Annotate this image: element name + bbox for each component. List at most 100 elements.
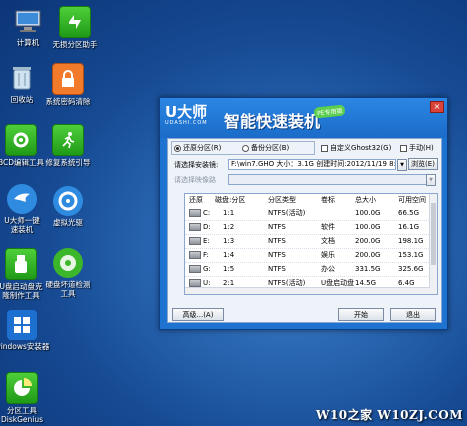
drive-letter: E: <box>203 237 210 245</box>
desktop-icon-diskgenius[interactable]: 分区工具 DiskGenius <box>0 372 50 424</box>
table-row[interactable]: F: 1:4 NTFS 娱乐 200.0G 153.1G <box>185 249 437 263</box>
desktop-icon-bad-sector-check[interactable]: 硬盘坏道检测 工具 <box>40 248 96 298</box>
total-size: 200.0G <box>355 251 381 259</box>
total-size: 331.5G <box>355 265 381 273</box>
exit-button[interactable]: 退出 <box>390 308 436 321</box>
total-size: 100.0G <box>355 209 381 217</box>
total-size: 200.0G <box>355 237 381 245</box>
image-path-field[interactable] <box>228 174 436 185</box>
desktop-icon-virtual-drive[interactable]: 虚拟光驱 <box>40 186 96 227</box>
desktop-icon-label: 虚拟光驱 <box>53 218 83 227</box>
usb-icon <box>5 248 37 280</box>
partition-type: NTFS <box>268 251 286 259</box>
table-row[interactable]: E: 1:3 NTFS 文档 200.0G 198.1G <box>185 235 437 249</box>
desktop-icon-label: 修复系统引导 <box>45 158 91 167</box>
checkbox-indicator <box>400 144 407 152</box>
table-vertical-scrollbar[interactable] <box>429 194 437 294</box>
drive-letter: D: <box>203 223 211 231</box>
desktop-icon-boot-repair[interactable]: 修复系统引导 <box>40 124 96 167</box>
custom-ghost-label: 自定义Ghost32(G) <box>330 144 392 152</box>
radio-indicator <box>242 144 249 152</box>
start-button[interactable]: 开始 <box>338 308 384 321</box>
table-header: 还原 磁盘:分区 分区类型 卷标 总大小 可用空间 <box>185 194 437 207</box>
close-button[interactable]: × <box>430 101 444 113</box>
col-total-size: 总大小 <box>355 196 376 204</box>
backup-partition-label: 备份分区(B) <box>251 144 290 152</box>
runner-icon <box>52 124 84 156</box>
partition-type: NTFS <box>268 237 286 245</box>
installer-window: U大师 UDASHI.COM 智能快速装机 PE专用版 × 还原分区(R) 备份… <box>159 97 448 330</box>
free-space: 153.1G <box>398 251 424 259</box>
advanced-button[interactable]: 高级...(A) <box>172 308 224 321</box>
logo-text: U大师 <box>165 103 208 121</box>
restore-partition-label: 还原分区(R) <box>183 144 222 152</box>
desktop-icon-label: 分区工具 <box>7 406 37 415</box>
desktop-icon-label: windows安装器 <box>0 342 50 351</box>
gear-icon <box>5 124 37 156</box>
radio-indicator <box>174 144 181 152</box>
desktop-icon-windows-installer[interactable]: windows安装器 <box>0 310 50 351</box>
app-title: 智能快速装机 <box>224 112 321 131</box>
table-row[interactable]: C: 1:1 NTFS(活动) 100.0G 66.5G <box>185 207 437 221</box>
partition-type: NTFS(活动) <box>268 209 306 217</box>
hard-disk-icon <box>189 209 201 217</box>
col-restore: 还原 <box>189 196 203 204</box>
table-row[interactable]: G: 1:5 NTFS 办公 331.5G 325.6G <box>185 263 437 277</box>
free-space: 325.6G <box>398 265 424 273</box>
desktop-icon-label-line2: 工具 <box>60 289 76 298</box>
desktop-icon-label-line2: DiskGenius <box>0 415 44 424</box>
table-row[interactable]: D: 1:2 NTFS 软件 100.0G 16.1G <box>185 221 437 235</box>
image-path-dropdown-arrow[interactable]: ▼ <box>426 174 436 186</box>
backup-partition-radio[interactable]: 备份分区(B) <box>242 143 289 153</box>
pe-edition-badge: PE专用版 <box>313 104 346 119</box>
desktop-icon-password-clear[interactable]: 系统密码清除 <box>40 63 96 106</box>
disk-partition: 1:5 <box>223 265 235 273</box>
hard-disk-icon <box>189 265 201 273</box>
image-select-field[interactable]: F:\win7.GHO 大小：3.1G 创建时间:2012/11/19 8:6 <box>228 159 396 170</box>
free-space: 16.1G <box>398 223 420 231</box>
window-titlebar[interactable]: U大师 UDASHI.COM 智能快速装机 PE专用版 × <box>160 98 447 138</box>
computer-icon <box>13 6 43 36</box>
drive-letter: C: <box>203 209 211 217</box>
volume-label: 办公 <box>321 265 335 273</box>
scrollbar-thumb[interactable] <box>431 203 436 265</box>
hdd-scan-icon <box>53 248 83 278</box>
manual-checkbox[interactable]: 手动(H) <box>400 143 434 153</box>
checkbox-indicator <box>321 144 328 152</box>
disk-partition: 1:2 <box>223 223 235 231</box>
col-free-space: 可用空间 <box>398 196 426 204</box>
browse-button[interactable]: 浏览(E) <box>408 158 438 170</box>
disk-partition: 1:3 <box>223 237 235 245</box>
manual-label: 手动(H) <box>409 144 434 152</box>
drive-letter: F: <box>203 251 209 259</box>
volume-label: 娱乐 <box>321 251 335 259</box>
restore-partition-radio[interactable]: 还原分区(R) <box>174 143 221 153</box>
usb-drive-icon <box>189 279 201 287</box>
desktop-icon-label: 系统密码清除 <box>45 97 91 106</box>
hard-disk-icon <box>189 237 201 245</box>
select-image-label: 请选择安装镜: <box>174 161 219 169</box>
hard-disk-icon <box>189 223 201 231</box>
udashi-logo: U大师 UDASHI.COM <box>165 104 217 134</box>
volume-label: 文档 <box>321 237 335 245</box>
image-path-label: 请选择映像路 <box>174 176 216 184</box>
partition-tool-icon <box>6 372 38 404</box>
drive-letter: U: <box>203 279 211 287</box>
disk-partition: 1:1 <box>223 209 235 217</box>
partition-type: NTFS <box>268 265 286 273</box>
free-space: 198.1G <box>398 237 424 245</box>
recycle-bin-icon <box>7 63 37 93</box>
main-panel: 还原分区(R) 备份分区(B) 自定义Ghost32(G) 手动(H) 请选择安… <box>167 138 442 323</box>
image-dropdown-arrow[interactable]: ▼ <box>397 159 407 171</box>
custom-ghost-checkbox[interactable]: 自定义Ghost32(G) <box>321 143 391 153</box>
table-horizontal-scrollbar[interactable] <box>185 287 430 294</box>
desktop-icon-partition-assistant[interactable]: 无损分区助手 <box>47 6 103 49</box>
lock-icon <box>52 63 84 95</box>
partition-type: NTFS <box>268 223 286 231</box>
desktop-icon-label: 硬盘坏道检测 <box>45 280 91 289</box>
bird-icon <box>7 184 37 214</box>
disk-partition: 1:4 <box>223 251 235 259</box>
hard-disk-icon <box>189 251 201 259</box>
col-volume-label: 卷标 <box>321 196 335 204</box>
image-select-value: F:\win7.GHO 大小：3.1G 创建时间:2012/11/19 8:6 <box>231 160 396 168</box>
